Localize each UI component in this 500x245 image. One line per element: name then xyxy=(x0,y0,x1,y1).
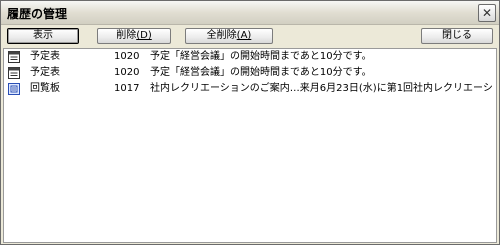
delete-all-button-accesskey: (A) xyxy=(236,30,252,41)
delete-button-label: 削除 xyxy=(116,30,137,41)
history-window: 履歴の管理 ✕ 表示 削除(D) 全削除(A) 閉じる 予定表 1020 予定「 xyxy=(0,0,500,245)
close-button-label: 閉じる xyxy=(442,30,472,41)
list-item-message: 社内レクリエーションのご案内…来月6月23日(水)に第1回社内レクリエーショ xyxy=(150,83,494,94)
delete-button[interactable]: 削除(D) xyxy=(97,28,171,44)
delete-all-button-label: 全削除 xyxy=(206,30,237,41)
schedule-icon xyxy=(8,67,20,79)
title-bar: 履歴の管理 ✕ xyxy=(1,1,499,25)
list-item-message: 予定「経営会議」の開始時間まであと10分です。 xyxy=(150,51,372,62)
list-item-category: 回覧板 xyxy=(30,83,60,94)
schedule-icon xyxy=(8,51,20,63)
delete-button-accesskey: (D) xyxy=(136,30,152,41)
history-list[interactable]: 予定表 1020 予定「経営会議」の開始時間まであと10分です。 予定表 102… xyxy=(3,48,497,243)
show-button-label: 表示 xyxy=(33,30,53,41)
window-title: 履歴の管理 xyxy=(7,7,68,21)
list-item-category: 予定表 xyxy=(30,67,60,78)
toolbar: 表示 削除(D) 全削除(A) 閉じる xyxy=(1,25,499,47)
list-item[interactable]: 予定表 1020 予定「経営会議」の開始時間まであと10分です。 xyxy=(4,49,496,65)
list-item[interactable]: 回覧板 1017 社内レクリエーションのご案内…来月6月23日(水)に第1回社内… xyxy=(4,81,496,97)
list-item-category: 予定表 xyxy=(30,51,60,62)
list-item-number: 1017 xyxy=(114,83,140,94)
list-item-message: 予定「経営会議」の開始時間まであと10分です。 xyxy=(150,67,372,78)
delete-all-button[interactable]: 全削除(A) xyxy=(185,28,273,44)
close-button[interactable]: 閉じる xyxy=(421,28,493,44)
circular-icon xyxy=(8,83,20,95)
list-item-number: 1020 xyxy=(114,51,140,62)
list-item[interactable]: 予定表 1020 予定「経営会議」の開始時間まであと10分です。 xyxy=(4,65,496,81)
show-button[interactable]: 表示 xyxy=(7,28,79,44)
close-icon[interactable]: ✕ xyxy=(478,4,496,22)
list-item-number: 1020 xyxy=(114,67,140,78)
